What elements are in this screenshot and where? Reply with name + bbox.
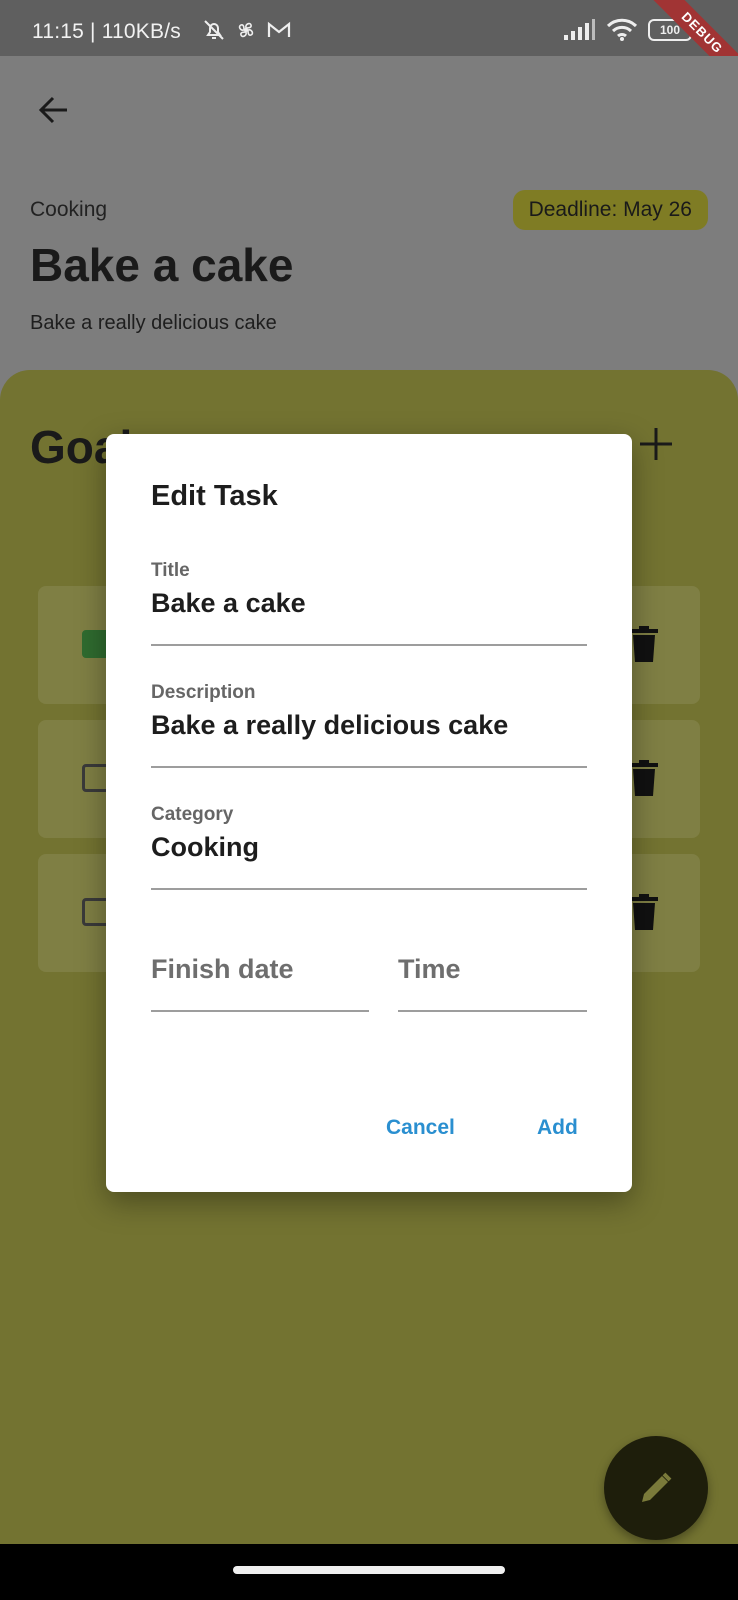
add-goal-button[interactable] — [634, 422, 678, 466]
time-field[interactable]: Time — [398, 954, 587, 1012]
pencil-icon — [642, 1472, 672, 1502]
home-gesture-handle[interactable] — [233, 1566, 505, 1574]
edit-task-dialog: Edit Task Title Bake a cake Description … — [106, 434, 632, 1192]
description-field[interactable]: Description Bake a really delicious cake — [151, 682, 587, 768]
edit-fab-button[interactable] — [604, 1436, 708, 1540]
trash-icon[interactable] — [630, 894, 658, 930]
status-bar: 11:15 | 110KB/s 100 DEBUG — [0, 0, 738, 91]
trash-icon[interactable] — [630, 760, 658, 796]
task-description: Bake a really delicious cake — [30, 312, 277, 334]
fan-icon — [238, 22, 254, 38]
navigation-bar — [0, 1544, 738, 1600]
description-field-value[interactable]: Bake a really delicious cake — [151, 710, 508, 741]
category-field[interactable]: Category Cooking — [151, 804, 587, 890]
category-label: Cooking — [30, 198, 108, 221]
arrow-left-icon — [38, 96, 67, 124]
back-button[interactable] — [30, 86, 78, 134]
page-title: Bake a cake — [30, 239, 294, 291]
dialog-title: Edit Task — [151, 480, 278, 512]
title-field[interactable]: Title Bake a cake — [151, 560, 587, 646]
finish-date-field[interactable]: Finish date — [151, 954, 369, 1012]
title-field-label: Title — [151, 560, 190, 581]
gmail-icon — [267, 21, 291, 37]
add-button[interactable]: Add — [537, 1116, 578, 1140]
finish-date-placeholder: Finish date — [151, 954, 294, 984]
title-field-value[interactable]: Bake a cake — [151, 588, 306, 619]
time-placeholder: Time — [398, 954, 461, 984]
category-field-value[interactable]: Cooking — [151, 832, 259, 863]
deadline-chip: Deadline: May 26 — [512, 190, 708, 230]
bell-off-icon — [204, 20, 224, 40]
signal-icon — [564, 19, 595, 40]
cancel-button[interactable]: Cancel — [386, 1116, 455, 1140]
status-time: 11:15 | 110KB/s — [32, 20, 181, 43]
system-icons: 100 — [562, 18, 692, 42]
trash-icon[interactable] — [630, 626, 658, 662]
wifi-icon — [606, 18, 638, 41]
notification-icons — [202, 18, 292, 42]
description-field-label: Description — [151, 682, 256, 703]
category-field-label: Category — [151, 804, 234, 825]
